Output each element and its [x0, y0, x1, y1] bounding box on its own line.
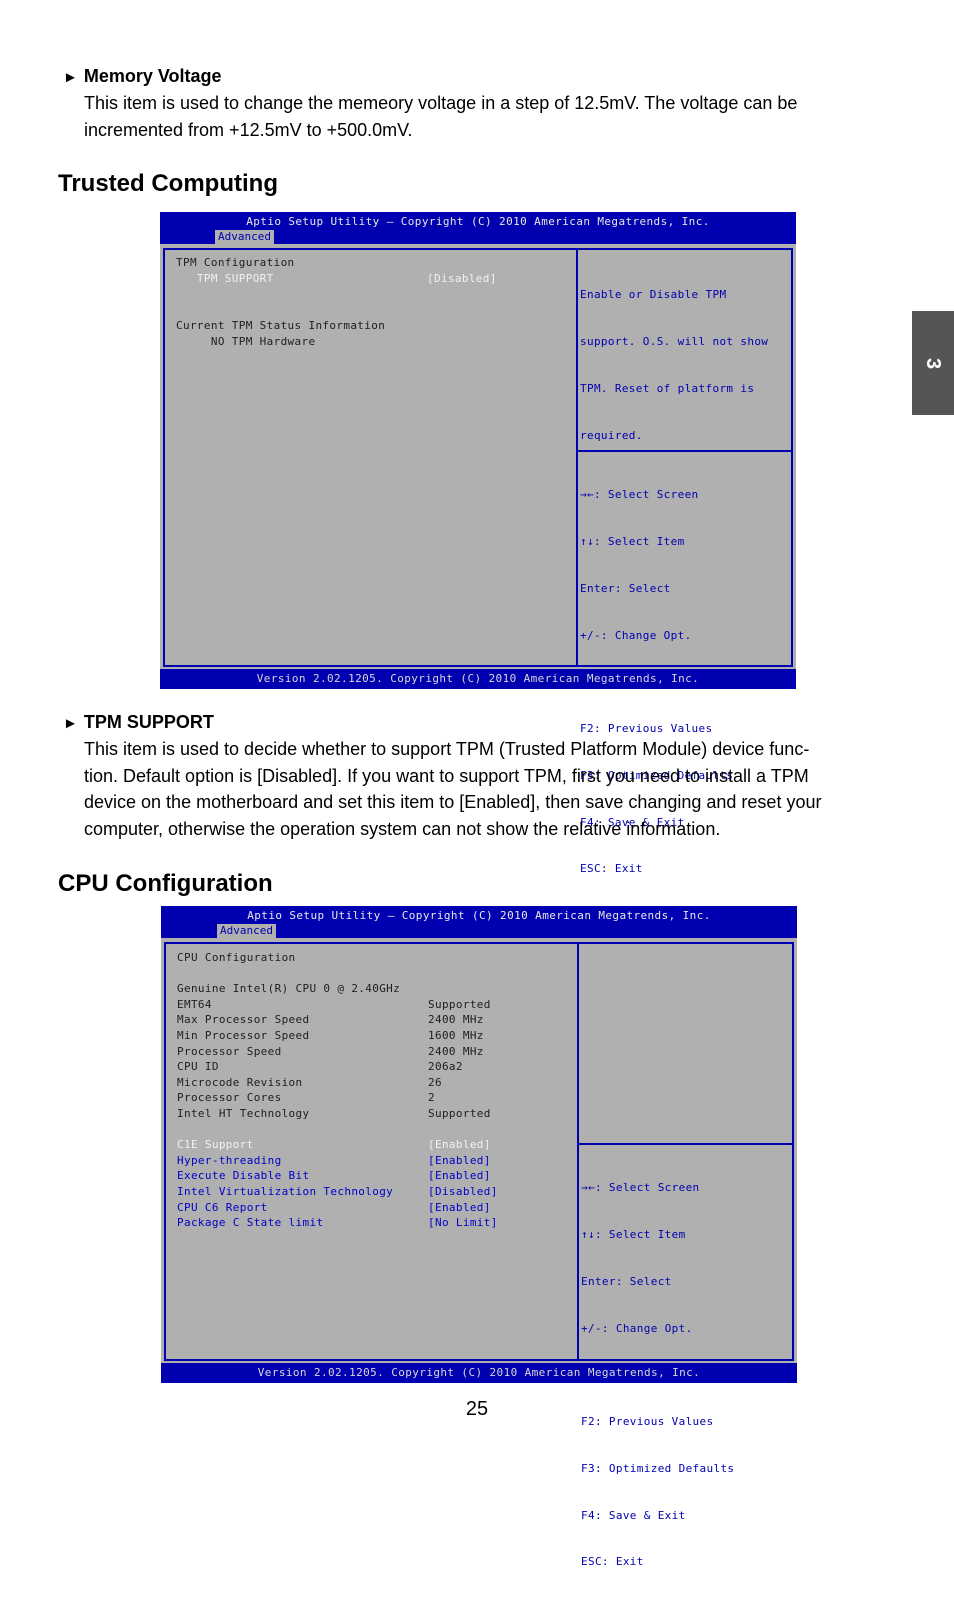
bios-row-info: CPU Configuration [177, 951, 296, 964]
key-enter: Enter: Select [581, 1274, 672, 1288]
key-select-item: ↑↓: Select Item [580, 534, 685, 548]
bios-row-tpm-status-info: Current TPM Status Information [176, 319, 386, 332]
tpm-support-title: ► TPM SUPPORT [63, 712, 214, 733]
key-enter: Enter: Select [580, 581, 671, 595]
key-change-opt: +/-: Change Opt. [581, 1321, 693, 1335]
paragraph-line: computer, otherwise the operation system… [84, 818, 721, 839]
key-change-opt: +/-: Change Opt. [580, 628, 692, 642]
paragraph-line: This item is used to change the memeory … [84, 93, 798, 113]
bios-option-cpu-c6-report[interactable]: CPU C6 Report [Enabled] [177, 1200, 577, 1216]
paragraph-line: tion. Default option is [Disabled]. If y… [84, 765, 809, 786]
bios-frame: CPU Configuration Genuine Intel(R) CPU 0… [164, 942, 794, 1568]
bios-screen-tpm: Aptio Setup Utility – Copyright (C) 2010… [160, 212, 796, 875]
page-number: 25 [465, 1398, 489, 1420]
bios-option-virtualization[interactable]: Intel Virtualization Technology [Disabled… [177, 1184, 577, 1200]
bios-option-execute-disable-bit[interactable]: Execute Disable Bit [Enabled] [177, 1168, 577, 1184]
bios-body: CPU Configuration Genuine Intel(R) CPU 0… [161, 938, 797, 1568]
bios-row-info: Microcode Revision 26 [177, 1076, 442, 1089]
memory-voltage-title-text: Memory Voltage [83, 66, 222, 86]
bios-settings-panel: TPM Configuration TPM SUPPORT [Disabled] … [165, 250, 578, 665]
help-divider [579, 1143, 792, 1145]
help-divider [578, 450, 791, 452]
key-f2: F2: Previous Values [580, 722, 713, 736]
bios-footer: Version 2.02.1205. Copyright (C) 2010 Am… [161, 1363, 797, 1383]
key-select-screen: →←: Select Screen [581, 1181, 700, 1195]
paragraph-line: device on the motherboard and set this i… [84, 792, 822, 812]
bios-header-title: Aptio Setup Utility – Copyright (C) 2010… [247, 909, 711, 922]
bios-header: Aptio Setup Utility – Copyright (C) 2010… [161, 906, 797, 938]
tpm-support-value[interactable]: [Disabled] [427, 271, 497, 287]
key-f3: F3: Optimized Defaults [581, 1461, 735, 1475]
bios-help-panel: Enable or Disable TPM support. O.S. will… [576, 250, 791, 875]
bullet-arrow-icon: ► [63, 715, 78, 732]
bios-row-tpm-support[interactable]: TPM SUPPORT [Disabled] [176, 271, 576, 287]
bios-help-panel: →←: Select Screen ↑↓: Select Item Enter:… [577, 944, 792, 1568]
section-heading-cpu-configuration: CPU Configuration [58, 870, 273, 897]
bios-row-info: Intel HT Technology Supported [177, 1107, 491, 1120]
paragraph-line: incremented from +12.5mV to +500.0mV. [84, 119, 413, 140]
bios-screen-cpu: Aptio Setup Utility – Copyright (C) 2010… [161, 906, 797, 1568]
bios-row-tpm-configuration: TPM Configuration [176, 256, 295, 269]
bios-header: Aptio Setup Utility – Copyright (C) 2010… [160, 212, 796, 244]
bios-row-info: CPU ID 206a2 [177, 1060, 463, 1073]
chapter-tab: 3 [912, 311, 954, 415]
chapter-number: 3 [922, 357, 945, 369]
bios-header-title: Aptio Setup Utility – Copyright (C) 2010… [246, 215, 710, 228]
bullet-arrow-icon: ► [63, 69, 78, 86]
bios-row-info: EMT64 Supported [177, 998, 491, 1011]
bios-row-no-tpm-hardware: NO TPM Hardware [176, 335, 316, 348]
bios-frame: TPM Configuration TPM SUPPORT [Disabled] … [163, 248, 793, 875]
bios-row-info: Processor Cores 2 [177, 1091, 435, 1104]
key-esc: ESC: Exit [580, 862, 643, 876]
paragraph-line: This item is used to decide whether to s… [84, 739, 810, 759]
tab-advanced[interactable]: Advanced [217, 924, 276, 938]
bios-row-info: Max Processor Speed 2400 MHz [177, 1013, 484, 1026]
bios-row-info: Min Processor Speed 1600 MHz [177, 1029, 484, 1042]
tab-advanced[interactable]: Advanced [215, 230, 274, 244]
memory-voltage-title: ► Memory Voltage [63, 66, 222, 87]
bios-row-info: Genuine Intel(R) CPU 0 @ 2.40GHz [177, 982, 401, 995]
tpm-support-title-text: TPM SUPPORT [83, 712, 214, 732]
key-select-item: ↑↓: Select Item [581, 1227, 686, 1241]
memory-voltage-description: This item is used to change the memeory … [84, 90, 797, 143]
key-f4: F4: Save & Exit [581, 1508, 686, 1522]
key-esc: ESC: Exit [581, 1555, 644, 1569]
bios-settings-panel: CPU Configuration Genuine Intel(R) CPU 0… [166, 944, 579, 1359]
tpm-support-description: This item is used to decide whether to s… [84, 736, 821, 842]
bios-option-hyper-threading[interactable]: Hyper-threading [Enabled] [177, 1153, 577, 1169]
bios-help-text: Enable or Disable TPM support. O.S. will… [580, 288, 769, 442]
bios-body: TPM Configuration TPM SUPPORT [Disabled] … [160, 244, 796, 875]
bios-option-package-c-state-limit[interactable]: Package C State limit [No Limit] [177, 1215, 577, 1231]
tpm-support-label: TPM SUPPORT [176, 272, 274, 285]
key-select-screen: →←: Select Screen [580, 488, 699, 502]
bios-row-info: Processor Speed 2400 MHz [177, 1045, 484, 1058]
bios-option-c1e-support[interactable]: C1E Support [Enabled] [177, 1137, 577, 1153]
section-heading-trusted-computing: Trusted Computing [58, 170, 278, 197]
bios-footer: Version 2.02.1205. Copyright (C) 2010 Am… [160, 669, 796, 689]
